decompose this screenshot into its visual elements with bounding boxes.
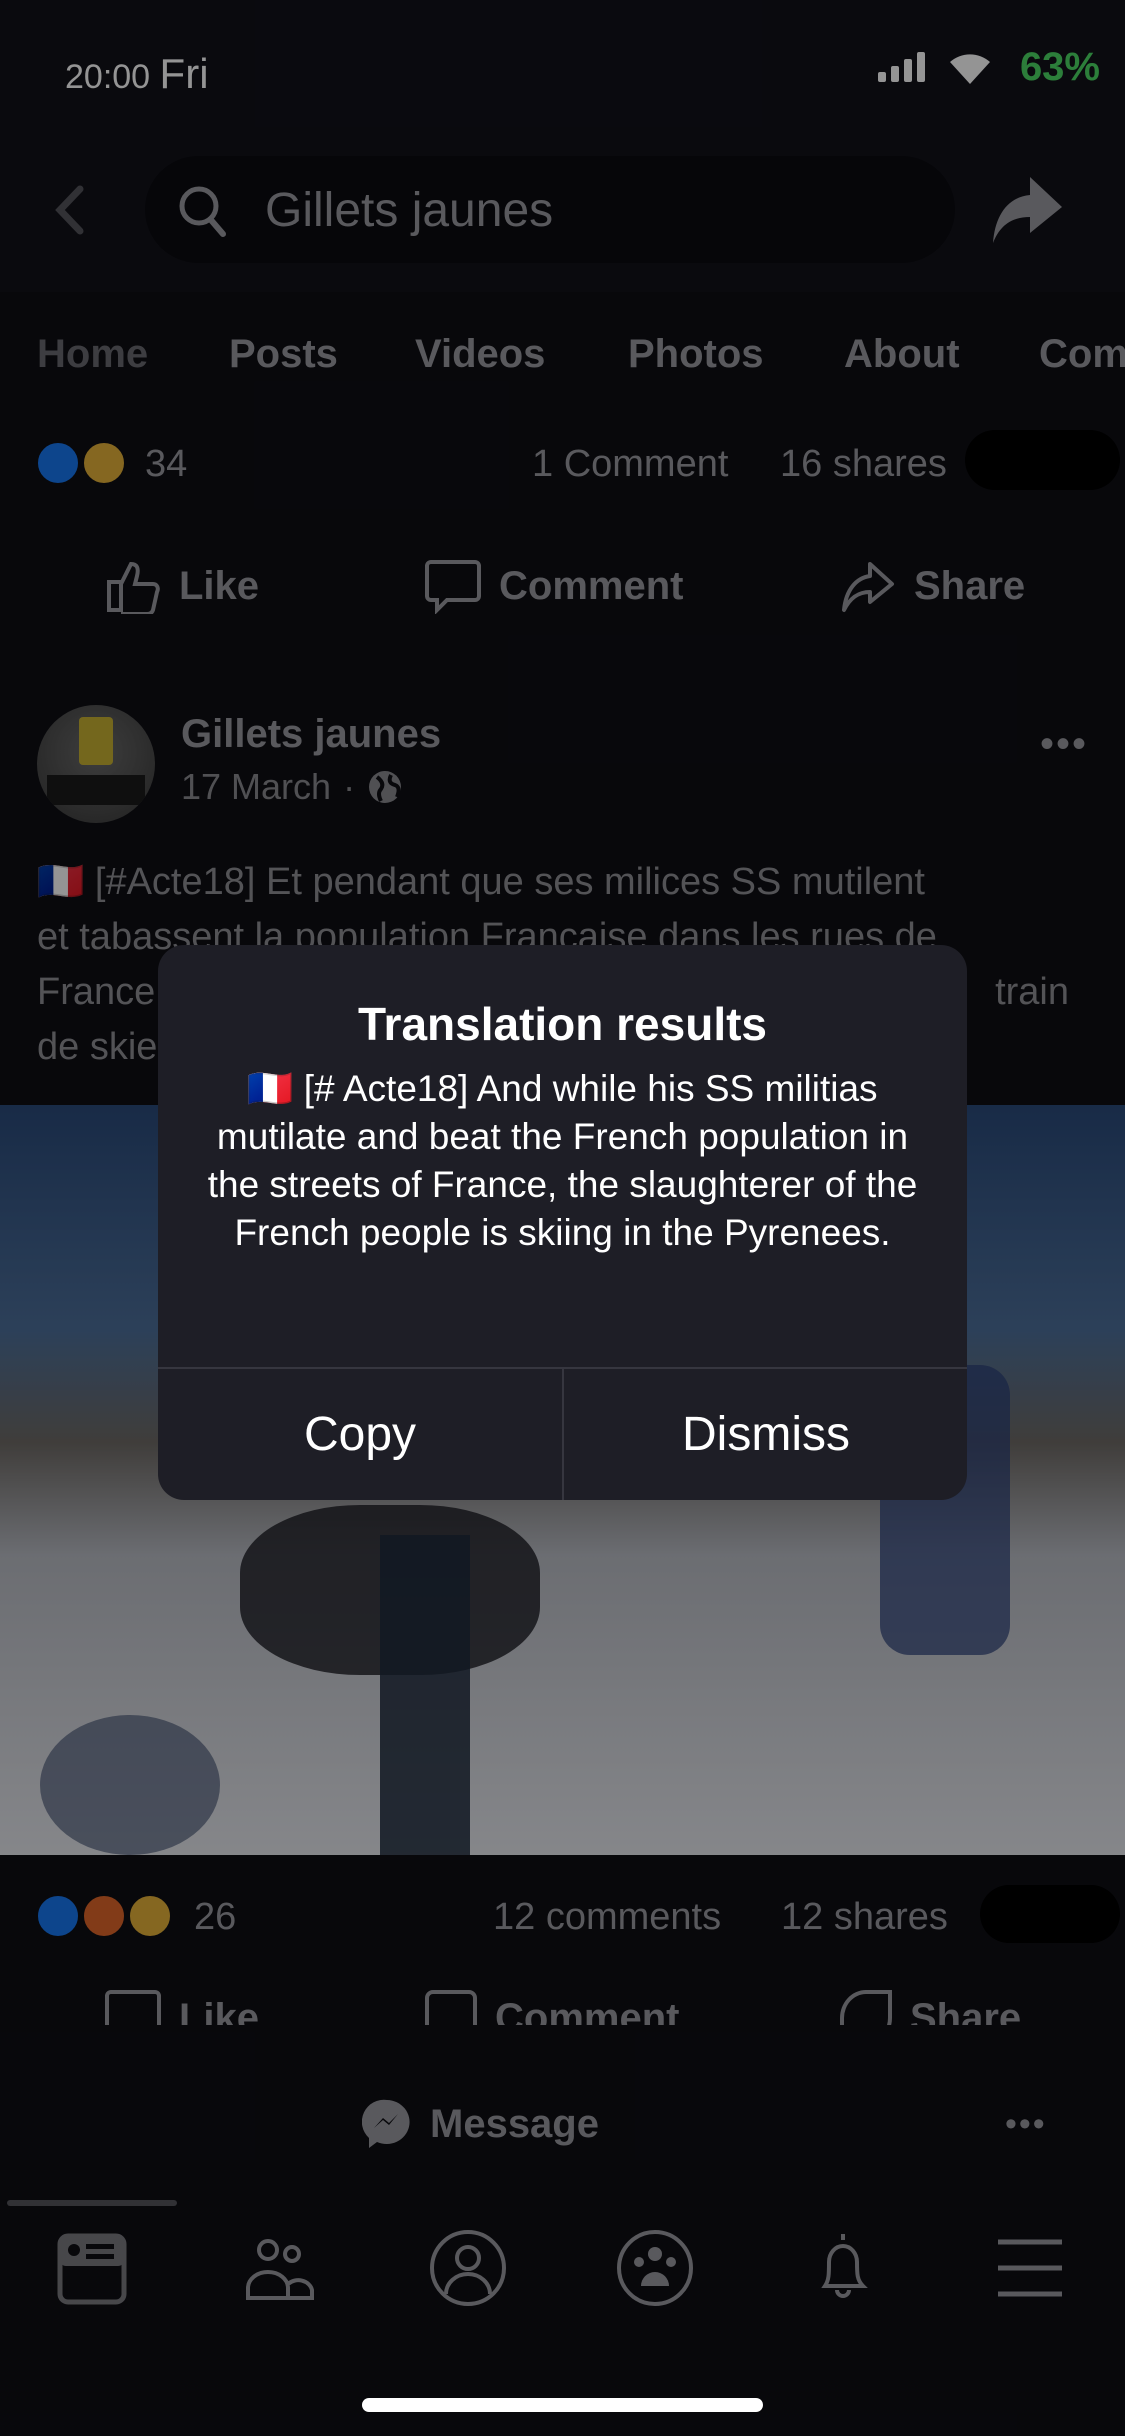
translation-dialog: Translation results 🇫🇷 [# Acte18] And wh… — [158, 945, 967, 1500]
home-indicator[interactable] — [362, 2398, 763, 2412]
dismiss-button[interactable]: Dismiss — [564, 1369, 967, 1500]
dialog-body: 🇫🇷 [# Acte18] And while his SS militias … — [207, 1068, 918, 1253]
copy-button[interactable]: Copy — [158, 1369, 562, 1500]
dialog-title: Translation results — [357, 998, 767, 1050]
